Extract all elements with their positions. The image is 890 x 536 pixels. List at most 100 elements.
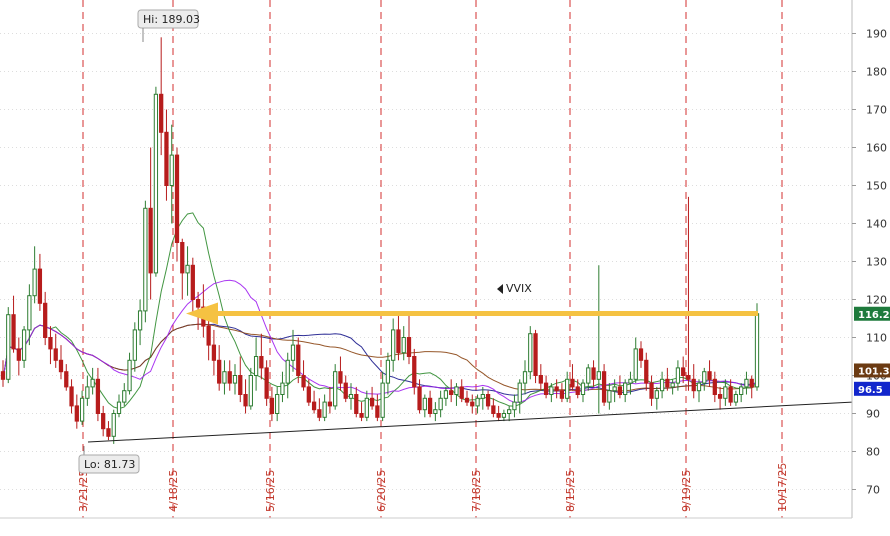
candle-body xyxy=(164,131,169,187)
candle-body xyxy=(570,378,575,388)
candle[interactable] xyxy=(143,200,148,323)
candle-body xyxy=(707,371,712,380)
candle-body xyxy=(111,413,116,437)
candle-body xyxy=(517,382,522,403)
candle-body xyxy=(106,428,111,437)
candle-body xyxy=(681,367,686,376)
candle-body xyxy=(74,405,79,422)
candle[interactable] xyxy=(533,329,538,384)
candle-body xyxy=(243,394,248,407)
candle-body xyxy=(638,348,644,361)
y-tick-label-80: 80 xyxy=(866,446,880,459)
candle-body xyxy=(712,378,717,395)
candle-body xyxy=(190,264,195,300)
candle-body xyxy=(354,394,359,414)
candle-body xyxy=(359,413,364,418)
candle-body xyxy=(6,314,11,380)
y-tick-label-130: 130 xyxy=(866,256,887,269)
candle-body xyxy=(153,93,159,274)
candle-body xyxy=(406,337,412,357)
chart-background xyxy=(0,0,890,532)
price-badge-label: 96.5 xyxy=(858,385,883,396)
candle-body xyxy=(391,329,396,361)
candle-body xyxy=(496,413,501,418)
candle-body xyxy=(507,409,512,415)
candle-body xyxy=(696,382,702,392)
symbol-label: VVIX xyxy=(506,282,532,295)
high-callout-text: Hi: 189.03 xyxy=(143,13,200,26)
candle-body xyxy=(280,382,285,396)
candle[interactable] xyxy=(754,303,760,391)
date-marker-label-1: 4/18/25 xyxy=(167,470,180,512)
candle-body xyxy=(612,386,617,392)
candle-body xyxy=(232,375,238,384)
candle-body xyxy=(702,371,707,384)
date-marker-label-2: 5/16/25 xyxy=(264,470,277,512)
candle-body xyxy=(422,397,427,411)
candle-body xyxy=(538,375,543,384)
candle-body xyxy=(64,371,69,388)
y-tick-label-190: 190 xyxy=(866,28,887,41)
candle-body xyxy=(301,375,306,388)
y-tick-label-110: 110 xyxy=(866,332,887,345)
candle-body xyxy=(338,371,343,384)
candle-body xyxy=(174,154,180,244)
y-tick-label-160: 160 xyxy=(866,142,887,155)
candle-body xyxy=(380,382,385,418)
candle-body xyxy=(137,310,143,331)
candle-body xyxy=(43,302,48,338)
y-tick-label-140: 140 xyxy=(866,218,887,231)
y-tick-label-70: 70 xyxy=(866,484,880,497)
candle-body xyxy=(580,382,586,396)
candle-body xyxy=(217,359,222,384)
candle-body xyxy=(327,401,333,407)
candle-body xyxy=(754,313,760,388)
candle-body xyxy=(412,356,417,388)
candle-body xyxy=(654,390,659,399)
y-tick-label-90: 90 xyxy=(866,408,880,421)
y-tick-label-170: 170 xyxy=(866,104,887,117)
stock-chart[interactable]: 708090100110120130140150160170180190 3/2… xyxy=(0,0,890,532)
candle-body xyxy=(665,378,670,388)
chart-svg[interactable]: 708090100110120130140150160170180190 3/2… xyxy=(0,0,890,532)
candle-body xyxy=(195,299,201,308)
date-marker-label-0: 3/21/25 xyxy=(77,470,90,512)
candle-body xyxy=(427,397,433,414)
candle-body xyxy=(533,333,538,377)
candle-body xyxy=(116,401,122,415)
candle-body xyxy=(364,397,369,418)
candle[interactable] xyxy=(6,307,11,384)
candle-body xyxy=(317,409,322,418)
candle-body xyxy=(549,386,554,395)
candle-body xyxy=(296,344,301,377)
candle-body xyxy=(148,207,153,274)
date-marker-label-7: 10/17/25 xyxy=(776,463,789,512)
candle-body xyxy=(649,382,654,399)
candle-body xyxy=(739,386,744,395)
date-marker-label-3: 6/20/25 xyxy=(375,470,388,512)
candle-body xyxy=(749,378,754,388)
candle-body xyxy=(16,348,21,361)
candle-body xyxy=(11,314,16,350)
candle-body xyxy=(717,394,723,399)
candle-body xyxy=(343,382,348,399)
candle-body xyxy=(333,371,338,407)
date-marker-label-5: 8/15/25 xyxy=(564,470,577,512)
candle[interactable] xyxy=(153,86,159,277)
candle-body xyxy=(443,390,449,399)
candle-body xyxy=(675,367,681,384)
candle-body xyxy=(501,413,507,418)
candle-body xyxy=(32,268,37,297)
candle[interactable] xyxy=(528,326,533,380)
candle-body xyxy=(449,390,454,396)
candle-body xyxy=(543,382,549,396)
candle-body xyxy=(275,394,280,414)
candle-body xyxy=(565,378,570,399)
candle-body xyxy=(69,386,74,407)
price-badge: 96.5 xyxy=(854,381,890,396)
candle-body xyxy=(633,348,638,380)
candle-body xyxy=(248,375,253,407)
candle-body xyxy=(591,367,596,380)
candle-body xyxy=(628,378,633,384)
candle-body xyxy=(623,382,628,396)
